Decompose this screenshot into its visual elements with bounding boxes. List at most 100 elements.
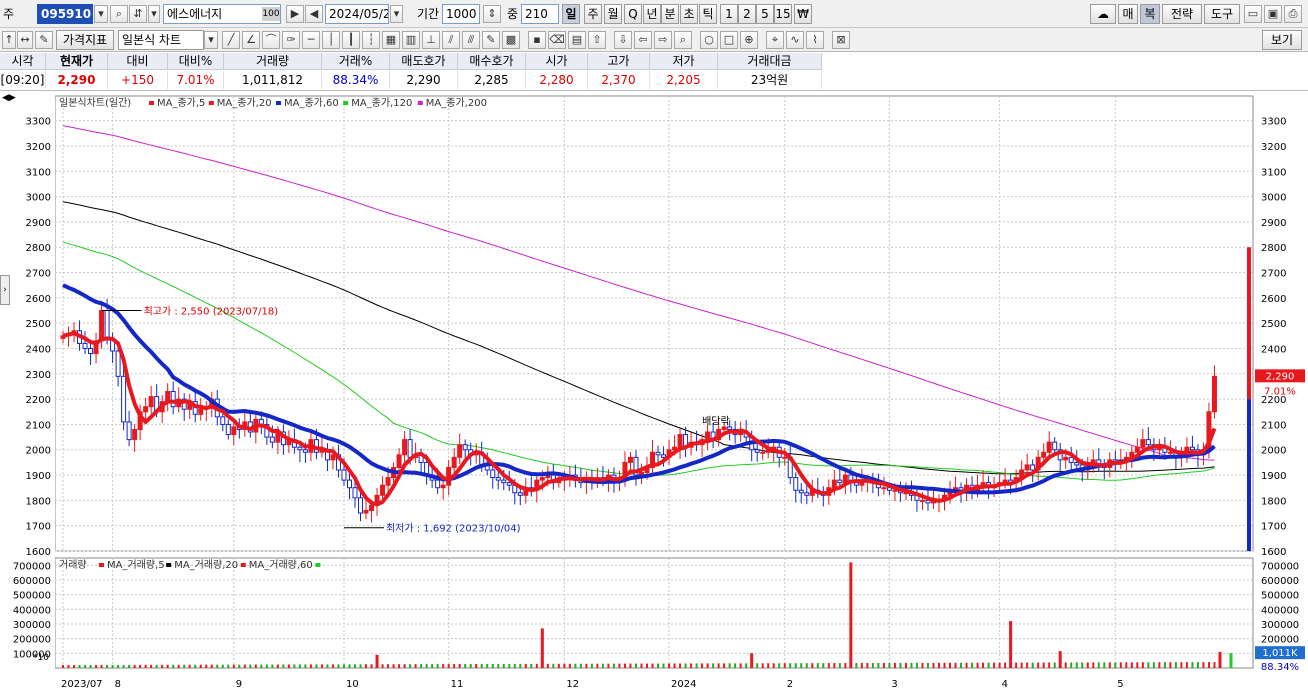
next-stock-icon[interactable]: ▶ xyxy=(286,5,304,23)
volume-bar xyxy=(634,663,637,668)
quote-header-3: 대비% xyxy=(168,53,224,70)
shift-down-icon[interactable]: ⇩ xyxy=(614,31,632,49)
crosshair-icon[interactable]: ⊕ xyxy=(740,31,758,49)
volume-bar xyxy=(1136,662,1139,668)
period-button-0[interactable]: 일 xyxy=(562,4,580,24)
delete-icon[interactable]: ⌫ xyxy=(548,31,566,49)
strategy-button[interactable]: 전략 xyxy=(1162,4,1202,24)
candle-body xyxy=(1063,456,1069,461)
line-icon[interactable]: ╱ xyxy=(222,31,240,49)
volume-tick-right: 700000 xyxy=(1261,561,1299,572)
period-button-9[interactable]: 2 xyxy=(738,4,756,24)
circle-icon[interactable]: ○ xyxy=(700,31,718,49)
wave2-icon[interactable]: ⌇ xyxy=(806,31,824,49)
candle-body xyxy=(1211,375,1217,413)
fib-icon[interactable]: ▥ xyxy=(402,31,420,49)
volume-bar xyxy=(436,664,439,668)
target-icon[interactable]: ⌖ xyxy=(766,31,784,49)
period-button-1[interactable]: 주 xyxy=(584,4,602,24)
period-spin-icon[interactable]: ⇕ xyxy=(483,5,501,23)
chart-type-select[interactable]: 일본식 차트 xyxy=(118,30,204,50)
volume-bar xyxy=(78,665,81,668)
zoom-input[interactable]: 210 xyxy=(521,4,559,24)
wave-icon[interactable]: ∿ xyxy=(786,31,804,49)
volume-bar xyxy=(62,665,64,668)
buy-button[interactable]: 매 xyxy=(1118,4,1138,24)
period-button-12[interactable]: ₩ xyxy=(794,4,812,24)
rect-icon[interactable]: □ xyxy=(720,31,738,49)
vline2-icon[interactable]: ┃ xyxy=(342,31,360,49)
edit-icon[interactable]: ✎ xyxy=(35,31,53,49)
chart-type-dropdown-icon[interactable]: ▾ xyxy=(204,31,218,49)
eraser-icon[interactable]: ▩ xyxy=(502,31,520,49)
volume-bar xyxy=(227,664,230,668)
zoom-icon[interactable]: ⌕ xyxy=(674,31,692,49)
volume-bar xyxy=(1086,662,1089,668)
cloud-icon[interactable]: ☁ xyxy=(1090,4,1116,24)
compound-button[interactable]: 복 xyxy=(1140,4,1160,24)
candle-body xyxy=(385,477,391,486)
candle-body xyxy=(1052,441,1058,451)
print-icon[interactable]: ⎙ xyxy=(1284,5,1302,23)
legend-swatch xyxy=(99,563,104,567)
period-button-3[interactable]: Q xyxy=(624,4,642,24)
side-expand-icon[interactable]: › xyxy=(0,275,10,305)
period-button-5[interactable]: 분 xyxy=(661,4,679,24)
period-button-10[interactable]: 5 xyxy=(756,4,774,24)
date-input[interactable]: 2024/05/23 xyxy=(325,4,389,24)
candle-body xyxy=(363,509,369,514)
volume-bar xyxy=(607,663,610,668)
volume-bar xyxy=(166,664,169,668)
date-dropdown-icon[interactable]: ▾ xyxy=(390,5,403,23)
list-dropdown-icon[interactable]: ▾ xyxy=(148,5,160,23)
shift-right-icon[interactable]: ⇨ xyxy=(654,31,672,49)
view-button[interactable]: 보기 xyxy=(1262,30,1302,50)
volume-bar xyxy=(805,663,808,668)
volume-scale-label: *10 xyxy=(33,653,49,663)
period-button-7[interactable]: 틱 xyxy=(699,4,717,24)
quote-table: 시각 [09:20] 현재가 2,290 대비 +150 대비% 7.01% 거래량 1,011,… xyxy=(0,53,1308,91)
prev-stock-icon[interactable]: ◀ xyxy=(305,5,323,23)
period-button-8[interactable]: 1 xyxy=(720,4,738,24)
angle-icon[interactable]: ∠ xyxy=(242,31,260,49)
vline-icon[interactable]: │ xyxy=(322,31,340,49)
search-icon[interactable]: ⌕ xyxy=(110,5,128,23)
hline-icon[interactable]: ─ xyxy=(302,31,320,49)
stock-code-input[interactable]: 095910 xyxy=(37,4,93,24)
shift-up-icon[interactable]: ⇧ xyxy=(588,31,606,49)
shift-left-icon[interactable]: ⇦ xyxy=(634,31,652,49)
save-icon[interactable]: ▣ xyxy=(1264,5,1282,23)
period-button-4[interactable]: 년 xyxy=(643,4,661,24)
volume-bar xyxy=(365,664,368,668)
volume-bar xyxy=(265,664,268,668)
volume-bar xyxy=(464,664,467,668)
volume-bar xyxy=(387,664,390,668)
vlines-icon[interactable]: ┆ xyxy=(362,31,380,49)
code-dropdown-icon[interactable]: ▾ xyxy=(94,5,108,23)
sort-icon[interactable]: ⇵ xyxy=(129,5,147,23)
delete-all-icon[interactable]: ⊠ xyxy=(832,31,850,49)
price-chart-svg[interactable]: 3300 3300 3200 3200 3100 3100 3000 3000 2900 2900… xyxy=(0,91,1308,690)
memo-icon[interactable]: ▤ xyxy=(568,31,586,49)
tools-button[interactable]: 도구 xyxy=(1204,4,1240,24)
channel2-icon[interactable]: ⫻ xyxy=(462,31,480,49)
y-tick-right: 3300 xyxy=(1261,117,1286,128)
pencil-icon[interactable]: ✎ xyxy=(482,31,500,49)
period-button-11[interactable]: 15 xyxy=(774,4,792,24)
price-indicator-button[interactable]: 가격지표 xyxy=(56,30,114,50)
left-right-icon[interactable]: ↔ xyxy=(17,31,33,49)
pen-icon[interactable]: ✑ xyxy=(282,31,300,49)
arc-icon[interactable]: ⌒ xyxy=(262,31,280,49)
perp-icon[interactable]: ⊥ xyxy=(422,31,440,49)
channel-icon[interactable]: ⫽ xyxy=(442,31,460,49)
period-button-6[interactable]: 초 xyxy=(680,4,698,24)
period-input[interactable]: 1000 xyxy=(442,4,480,24)
period-button-2[interactable]: 월 xyxy=(604,4,622,24)
volume-bar xyxy=(1081,662,1084,668)
up-arrow-icon[interactable]: ↑ xyxy=(2,31,16,49)
grid-icon[interactable]: ▦ xyxy=(382,31,400,49)
fill-icon[interactable]: ▪ xyxy=(528,31,546,49)
candle-body xyxy=(148,396,154,408)
folder-icon[interactable]: ▭ xyxy=(1244,5,1262,23)
volume-bar xyxy=(568,663,571,668)
